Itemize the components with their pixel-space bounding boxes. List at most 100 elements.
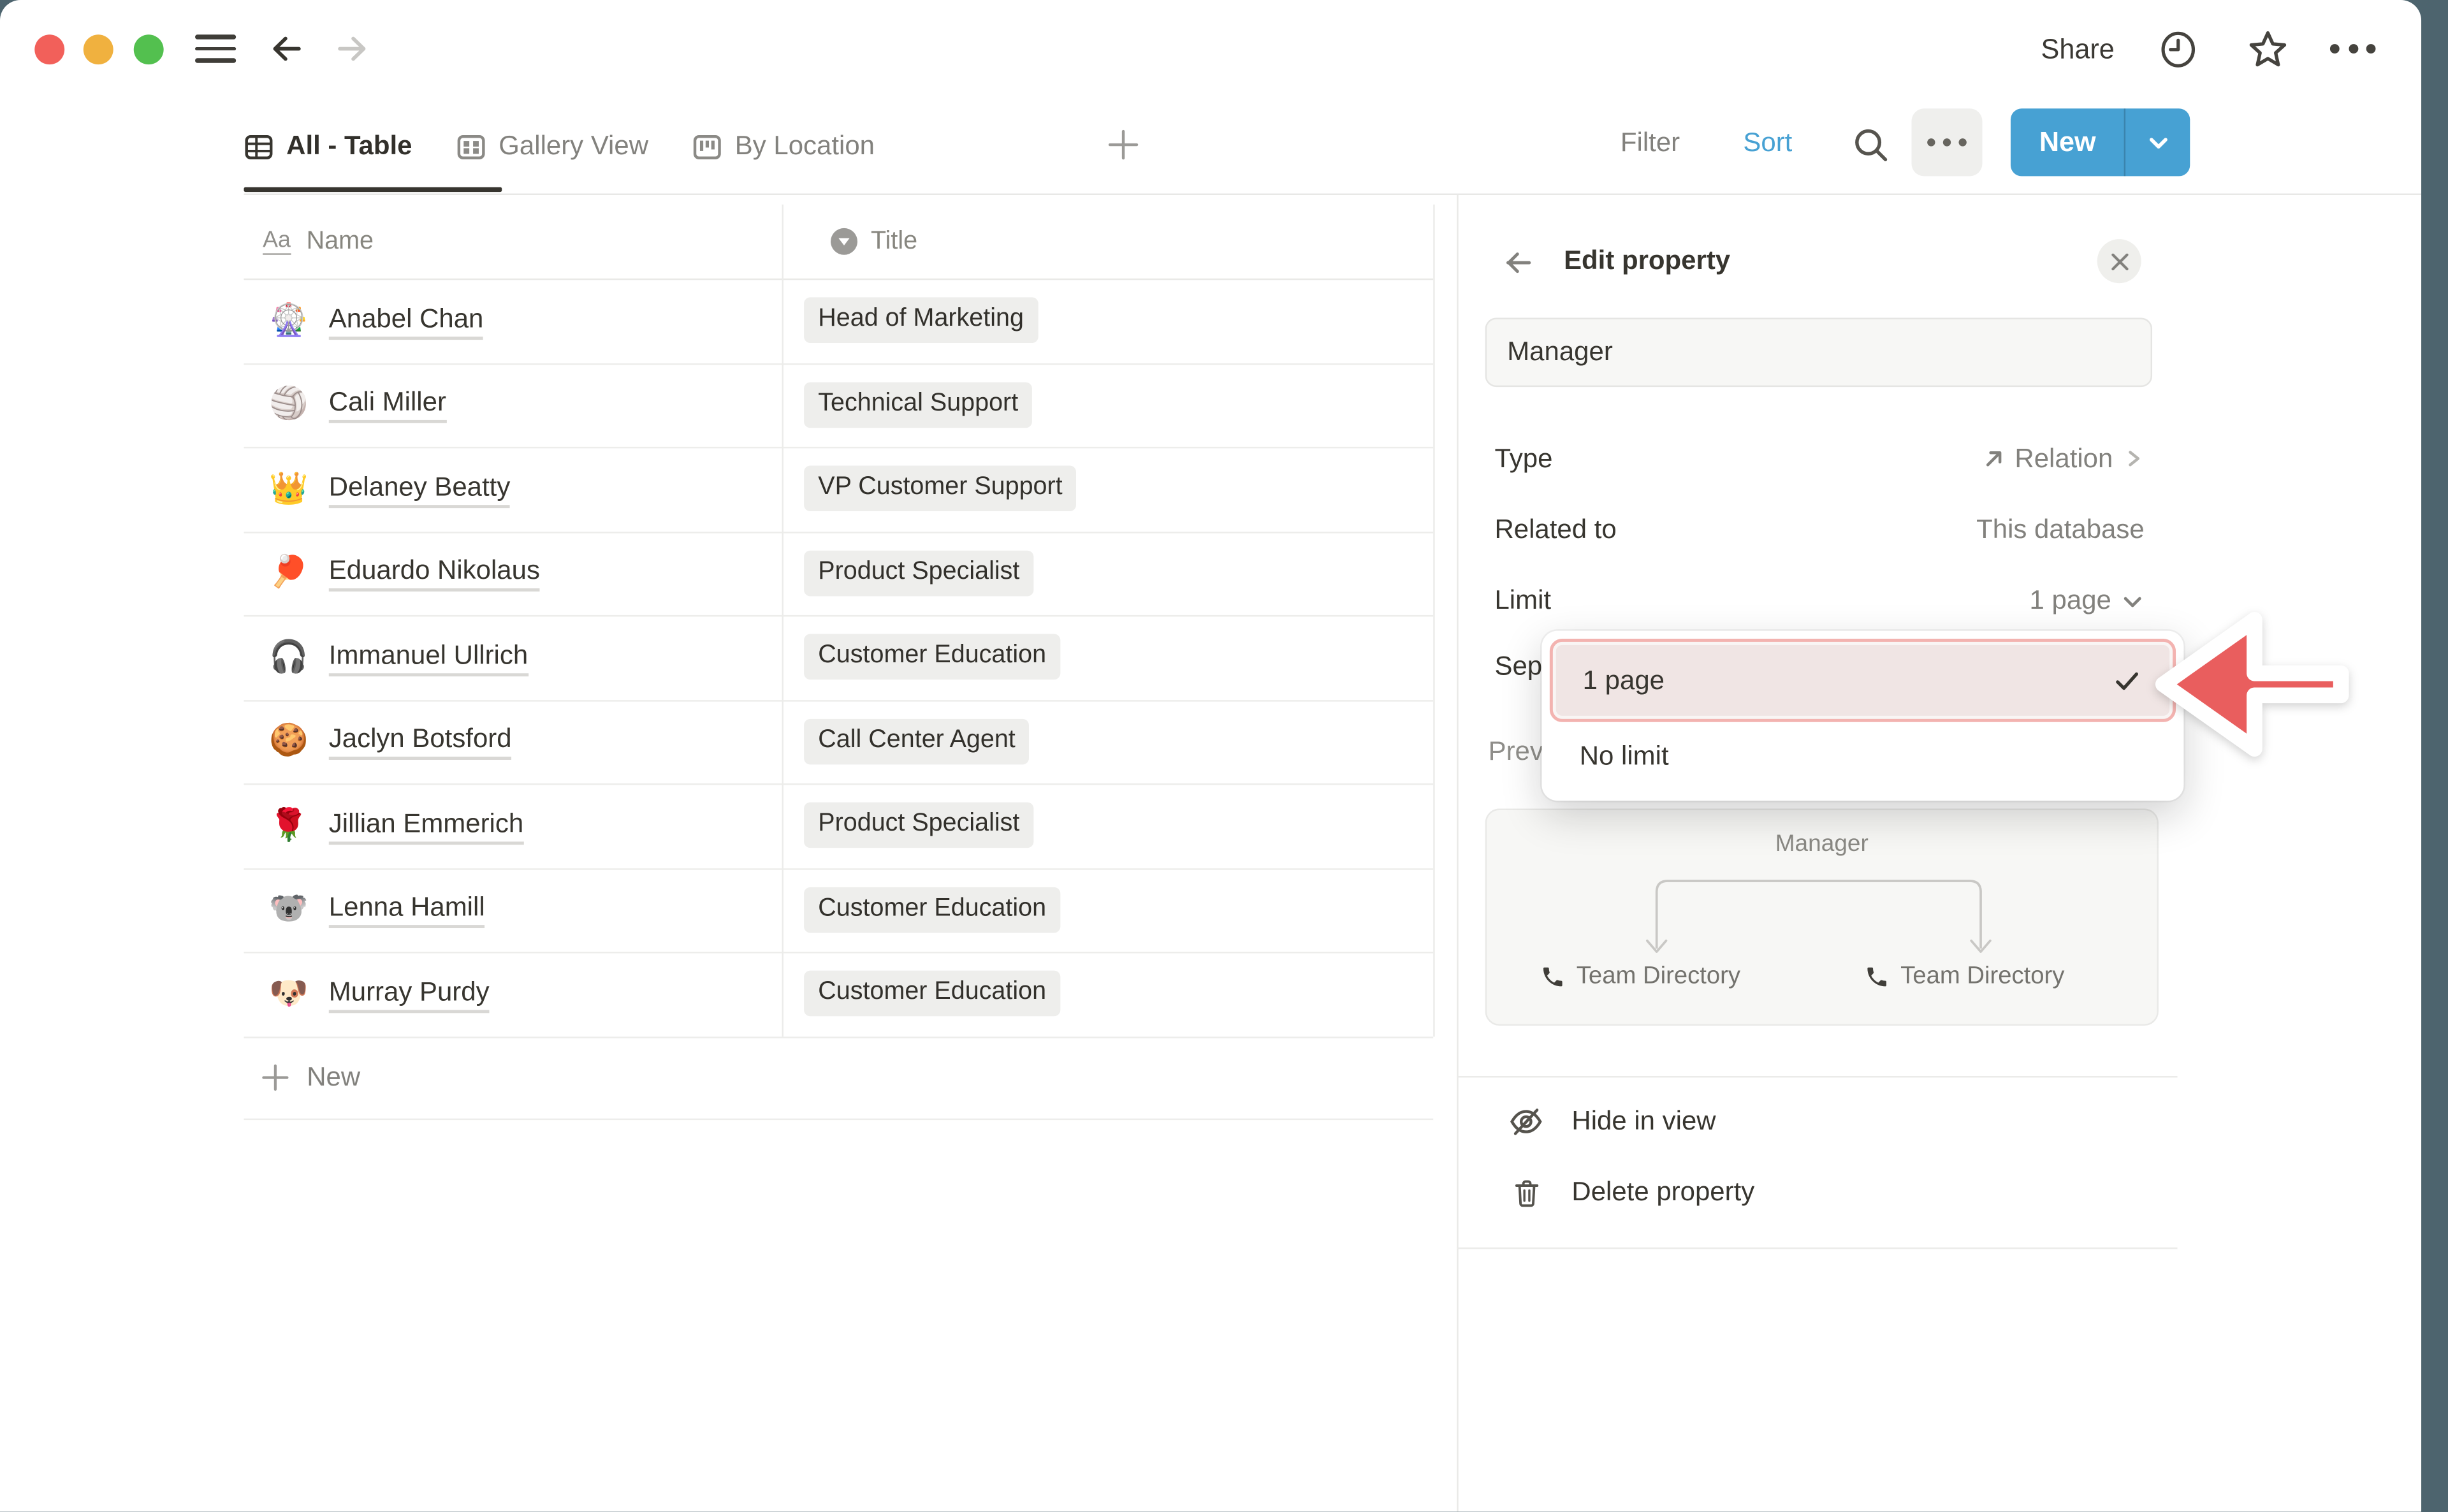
add-view-icon[interactable] (1106, 127, 1140, 162)
favorite-star-icon[interactable] (2247, 27, 2289, 70)
title-tag: Call Center Agent (804, 718, 1030, 764)
column-header-name[interactable]: Aa Name (244, 228, 800, 256)
sort-button[interactable]: Sort (1743, 127, 1792, 159)
title-tag: Customer Education (804, 887, 1060, 933)
new-button-label[interactable]: New (2011, 108, 2125, 176)
title-cell[interactable]: Technical Support (781, 382, 1032, 428)
relation-connector-lines (1485, 808, 2159, 1026)
close-icon[interactable] (2097, 239, 2141, 283)
panel-divider (1456, 195, 1458, 1512)
row-emoji: 👑 (269, 472, 312, 506)
row-emoji: 🍪 (269, 724, 312, 759)
board-view-icon (692, 131, 722, 161)
delete-property-button[interactable]: Delete property (1507, 1166, 2168, 1219)
person-name-link[interactable]: Anabel Chan (329, 302, 484, 339)
table-row[interactable]: 👑 Delaney Beatty VP Customer Support (244, 447, 1434, 532)
table-row[interactable]: 🏐 Cali Miller Technical Support (244, 363, 1434, 448)
name-cell[interactable]: 🎡 Anabel Chan (244, 302, 782, 339)
person-name-link[interactable]: Cali Miller (329, 386, 446, 423)
share-button[interactable]: Share (2007, 31, 2115, 68)
table-row[interactable]: 🐨Lenna Hamill Customer Education (244, 868, 1434, 953)
row-value: 1 page (2030, 585, 2111, 616)
clipped-row-label: Sep (1494, 651, 1542, 683)
name-cell[interactable]: 🍪 Jaclyn Botsford (244, 722, 782, 760)
hide-in-view-button[interactable]: Hide in view (1507, 1095, 2168, 1149)
search-icon[interactable] (1850, 124, 1891, 165)
traffic-light-zoom[interactable] (133, 34, 163, 64)
new-dropdown-chevron[interactable] (2125, 108, 2190, 176)
tab-by-location[interactable]: By Location (692, 131, 875, 162)
title-cell[interactable]: Customer Education (781, 971, 1060, 1017)
table-view-icon (244, 131, 274, 161)
view-options-icon[interactable] (1911, 108, 1982, 176)
traffic-light-close[interactable] (34, 34, 64, 64)
tab-gallery-view[interactable]: Gallery View (456, 131, 648, 162)
new-row-label: New (307, 1061, 360, 1093)
property-row-related-to[interactable]: Related to This database (1485, 495, 2152, 565)
title-cell[interactable]: Product Specialist (781, 550, 1033, 596)
section-divider (1457, 1247, 2177, 1249)
property-row-type[interactable]: Type Relation (1485, 423, 2152, 494)
table-row[interactable]: 🏓Eduardo Nikolaus Product Specialist (244, 531, 1434, 616)
table-row[interactable]: 🎧Immanuel Ullrich Customer Education (244, 615, 1434, 701)
more-options-icon[interactable] (2330, 44, 2376, 54)
filter-button[interactable]: Filter (1621, 127, 1680, 159)
name-cell[interactable]: 🎧Immanuel Ullrich (244, 638, 782, 676)
sidebar-menu-icon[interactable] (195, 34, 236, 62)
person-name-link[interactable]: Jaclyn Botsford (329, 722, 512, 760)
new-button[interactable]: New (2011, 108, 2190, 176)
title-cell[interactable]: Customer Education (781, 634, 1060, 680)
table-row[interactable]: 🎡 Anabel Chan Head of Marketing (244, 279, 1434, 364)
name-cell[interactable]: 🌹 Jillian Emmerich (244, 806, 782, 844)
tab-label: By Location (735, 131, 875, 162)
row-value: Relation (2014, 443, 2113, 474)
row-emoji: 🌹 (269, 808, 312, 843)
gallery-view-icon (456, 131, 486, 161)
traffic-light-minimize[interactable] (84, 34, 113, 64)
table-row[interactable]: 🍪 Jaclyn Botsford Call Center Agent (244, 699, 1434, 785)
person-name-link[interactable]: Delaney Beatty (329, 470, 511, 507)
column-label: Name (307, 228, 374, 256)
dropdown-option-1-page[interactable]: 1 page (1550, 639, 2176, 722)
dropdown-option-no-limit[interactable]: No limit (1550, 722, 2176, 792)
title-cell[interactable]: Product Specialist (781, 803, 1033, 848)
row-emoji: 🐶 (269, 977, 312, 1011)
title-cell[interactable]: VP Customer Support (781, 466, 1077, 512)
column-divider[interactable] (781, 205, 783, 1036)
clipped-preview-label: Prev (1489, 736, 1543, 767)
person-name-link[interactable]: Murray Purdy (329, 975, 490, 1012)
select-property-icon (830, 228, 857, 255)
name-cell[interactable]: 👑 Delaney Beatty (244, 470, 782, 507)
name-cell[interactable]: 🐶 Murray Purdy (244, 975, 782, 1012)
table-header: Aa Name Title (244, 205, 1434, 280)
updates-clock-icon[interactable] (2157, 27, 2199, 70)
row-emoji: 🎡 (269, 303, 312, 338)
panel-back-icon[interactable] (1503, 247, 1534, 278)
eye-off-icon (1507, 1103, 1545, 1140)
forward-arrow-icon[interactable] (333, 30, 371, 68)
title-cell[interactable]: Call Center Agent (781, 718, 1030, 764)
title-cell[interactable]: Head of Marketing (781, 298, 1038, 344)
new-row-button[interactable]: New (244, 1036, 1434, 1120)
tab-all-table[interactable]: All - Table (244, 131, 412, 162)
column-header-title[interactable]: Title (800, 228, 917, 256)
person-name-link[interactable]: Immanuel Ullrich (329, 638, 528, 676)
person-name-link[interactable]: Eduardo Nikolaus (329, 554, 540, 592)
title-cell[interactable]: Customer Education (781, 887, 1060, 933)
title-tag: VP Customer Support (804, 466, 1077, 512)
property-name-input[interactable]: Manager (1485, 318, 2152, 388)
row-emoji: 🏐 (269, 388, 312, 422)
property-row-limit[interactable]: Limit 1 page (1485, 565, 2152, 636)
person-name-link[interactable]: Jillian Emmerich (329, 806, 523, 844)
name-cell[interactable]: 🐨Lenna Hamill (244, 890, 782, 928)
table-row[interactable]: 🌹 Jillian Emmerich Product Specialist (244, 783, 1434, 869)
table-row[interactable]: 🐶 Murray Purdy Customer Education (244, 952, 1434, 1037)
toolbar-divider (244, 194, 2422, 196)
active-tab-underline (244, 186, 502, 191)
annotation-arrow-icon (2151, 612, 2359, 760)
name-cell[interactable]: 🏐 Cali Miller (244, 386, 782, 423)
name-cell[interactable]: 🏓Eduardo Nikolaus (244, 554, 782, 592)
back-arrow-icon[interactable] (268, 30, 305, 68)
person-name-link[interactable]: Lenna Hamill (329, 890, 485, 928)
preview-child-node: Team Directory (1540, 963, 1740, 991)
